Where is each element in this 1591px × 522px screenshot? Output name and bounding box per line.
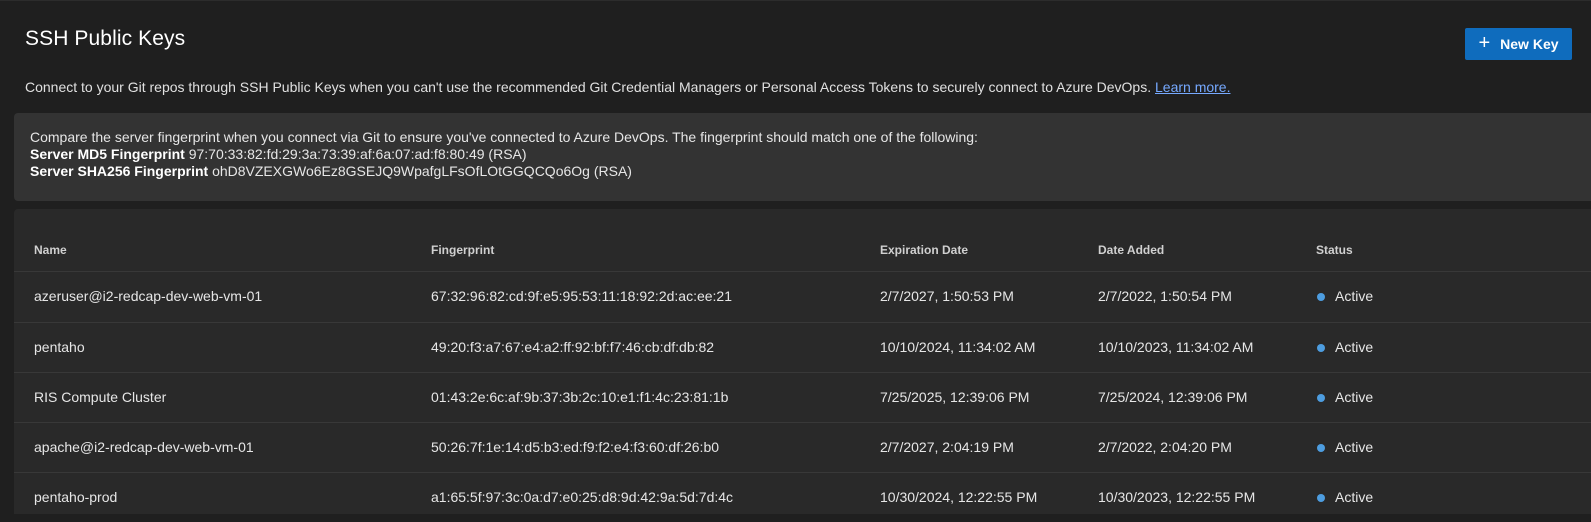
table-row[interactable]: pentaho 49:20:f3:a7:67:e4:a2:ff:92:bf:f7…	[14, 322, 1591, 372]
key-name: pentaho-prod	[34, 489, 118, 505]
learn-more-link[interactable]: Learn more.	[1155, 79, 1230, 95]
status-dot-icon	[1317, 394, 1325, 402]
status-dot-icon	[1317, 494, 1325, 502]
new-key-button[interactable]: + New Key	[1465, 28, 1572, 60]
page-description: Connect to your Git repos through SSH Pu…	[25, 79, 1230, 95]
top-border	[0, 0, 1591, 1]
table-row[interactable]: azeruser@i2-redcap-dev-web-vm-01 67:32:9…	[14, 271, 1591, 321]
plus-icon: +	[1478, 32, 1491, 54]
column-header-status[interactable]: Status	[1316, 243, 1353, 257]
new-key-label: New Key	[1500, 36, 1559, 52]
status-dot-icon	[1317, 293, 1325, 301]
key-name: RIS Compute Cluster	[34, 389, 167, 405]
column-header-date-added[interactable]: Date Added	[1098, 243, 1164, 257]
key-name: azeruser@i2-redcap-dev-web-vm-01	[34, 288, 263, 304]
fingerprint-intro: Compare the server fingerprint when you …	[30, 129, 978, 145]
key-fingerprint: 50:26:7f:1e:14:d5:b3:ed:f9:f2:e4:f3:60:d…	[431, 439, 720, 455]
key-name: pentaho	[34, 339, 85, 355]
key-fingerprint: 01:43:2e:6c:af:9b:37:3b:2c:10:e1:f1:4c:2…	[431, 389, 729, 405]
column-header-fingerprint[interactable]: Fingerprint	[431, 243, 494, 257]
column-header-name[interactable]: Name	[34, 243, 67, 257]
sha256-fingerprint-label: Server SHA256 Fingerprint	[30, 163, 209, 179]
key-status: Active	[1335, 389, 1374, 405]
md5-fingerprint-label: Server MD5 Fingerprint	[30, 146, 185, 162]
table-row[interactable]: RIS Compute Cluster 01:43:2e:6c:af:9b:37…	[14, 372, 1591, 422]
sha256-fingerprint-value: ohD8VZEXGWo6Ez8GSEJQ9WpafgLFsOfLOtGGQCQo…	[212, 163, 632, 179]
key-expiration-date: 2/7/2027, 2:04:19 PM	[880, 439, 1014, 455]
key-expiration-date: 10/30/2024, 12:22:55 PM	[880, 489, 1038, 505]
description-text: Connect to your Git repos through SSH Pu…	[25, 79, 1152, 95]
key-date-added: 10/30/2023, 12:22:55 PM	[1098, 489, 1256, 505]
status-dot-icon	[1317, 444, 1325, 452]
key-status: Active	[1335, 339, 1374, 355]
column-header-expiration-date[interactable]: Expiration Date	[880, 243, 968, 257]
key-fingerprint: 67:32:96:82:cd:9f:e5:95:53:11:18:92:2d:a…	[431, 288, 732, 304]
key-status: Active	[1335, 489, 1374, 505]
key-date-added: 10/10/2023, 11:34:02 AM	[1098, 339, 1254, 355]
page-title: SSH Public Keys	[25, 27, 186, 50]
key-fingerprint: a1:65:5f:97:3c:0a:d7:e0:25:d8:9d:42:9a:5…	[431, 489, 734, 505]
md5-fingerprint-line: Server MD5 Fingerprint 97:70:33:82:fd:29…	[30, 146, 1575, 163]
key-expiration-date: 10/10/2024, 11:34:02 AM	[880, 339, 1036, 355]
key-name: apache@i2-redcap-dev-web-vm-01	[34, 439, 254, 455]
status-dot-icon	[1317, 344, 1325, 352]
md5-fingerprint-value: 97:70:33:82:fd:29:3a:73:39:af:6a:07:ad:f…	[188, 146, 527, 162]
key-status: Active	[1335, 439, 1374, 455]
key-fingerprint: 49:20:f3:a7:67:e4:a2:ff:92:bf:f7:46:cb:d…	[431, 339, 715, 355]
table-row[interactable]: apache@i2-redcap-dev-web-vm-01 50:26:7f:…	[14, 422, 1591, 472]
table-row[interactable]: pentaho-prod a1:65:5f:97:3c:0a:d7:e0:25:…	[14, 472, 1591, 522]
key-date-added: 7/25/2024, 12:39:06 PM	[1098, 389, 1248, 405]
key-date-added: 2/7/2022, 1:50:54 PM	[1098, 288, 1232, 304]
key-expiration-date: 2/7/2027, 1:50:53 PM	[880, 288, 1014, 304]
key-status: Active	[1335, 288, 1374, 304]
fingerprint-info-box: Compare the server fingerprint when you …	[14, 113, 1591, 201]
sha256-fingerprint-line: Server SHA256 Fingerprint ohD8VZEXGWo6Ez…	[30, 163, 1575, 180]
key-date-added: 2/7/2022, 2:04:20 PM	[1098, 439, 1232, 455]
key-expiration-date: 7/25/2025, 12:39:06 PM	[880, 389, 1030, 405]
